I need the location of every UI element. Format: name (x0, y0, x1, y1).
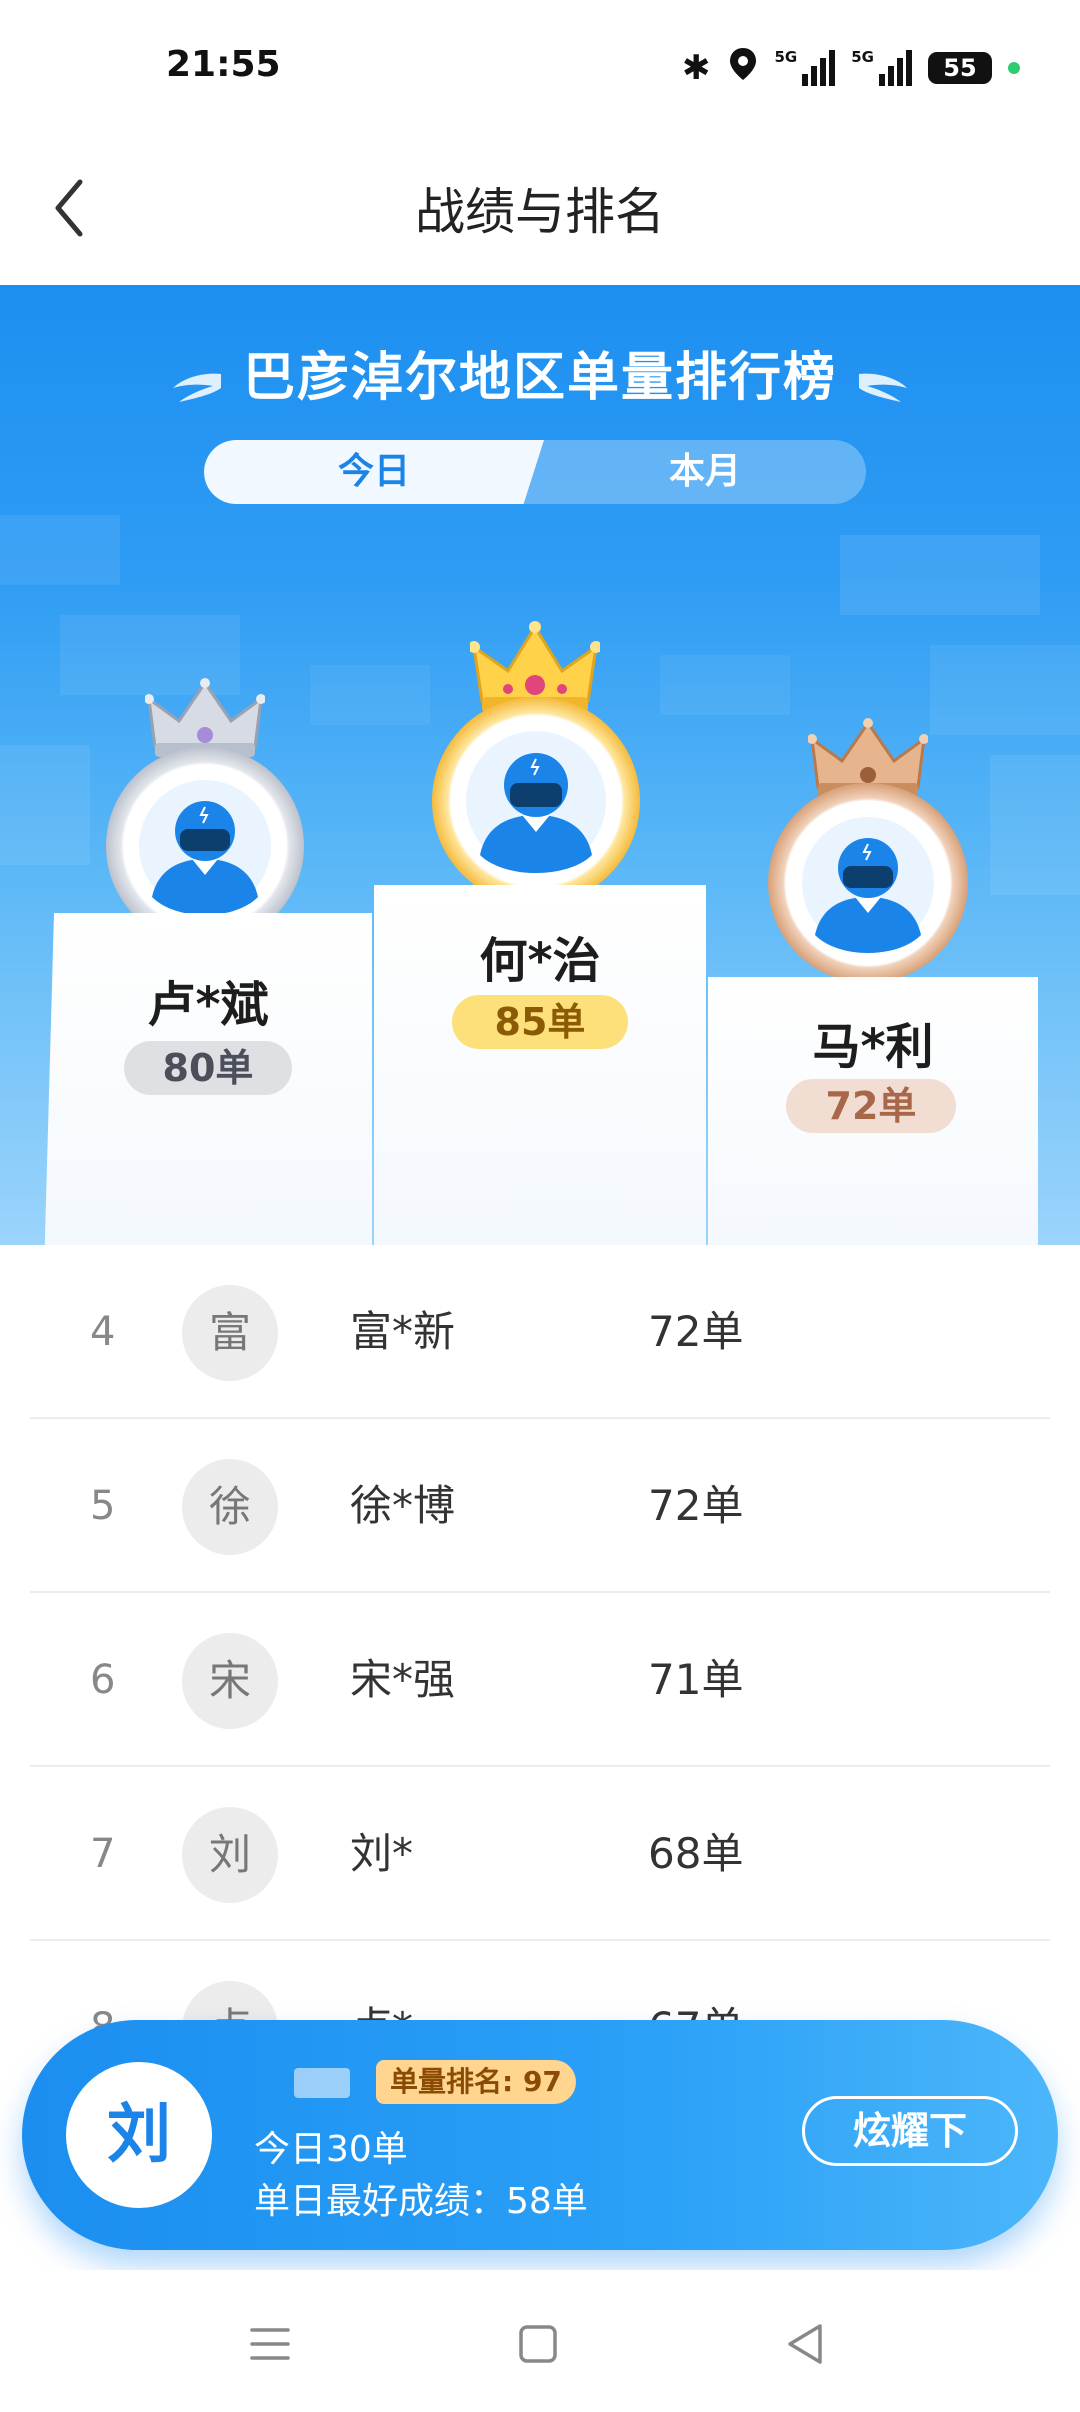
nav-menu-button[interactable] (240, 2314, 300, 2374)
my-today-orders: 今日30单 (254, 2129, 408, 2170)
row-rank: 4 (90, 1309, 116, 1355)
status-time: 21:55 (166, 44, 281, 85)
row-name: 宋*强 (350, 1655, 456, 1704)
menu-icon (250, 2328, 290, 2360)
table-row[interactable]: 6 宋 宋*强 71单 (30, 1593, 1050, 1767)
tab-month[interactable]: 本月 (544, 440, 866, 504)
row-orders: 72单 (648, 1481, 744, 1530)
signal-icon: 5G (775, 50, 836, 86)
status-bar: 21:55 ✱ 5G 5G 55 (0, 0, 1080, 130)
table-row[interactable]: 4 富 富*新 72单 (30, 1245, 1050, 1419)
ranking-list: 4 富 富*新 72单 5 徐 徐*博 72单 6 宋 宋*强 71单 7 刘 … (30, 1245, 1050, 2115)
podium-first: 何*治 85单 (374, 885, 706, 1245)
podium-second-orders: 80单 (124, 1041, 292, 1095)
signal-icon-2: 5G (851, 50, 912, 86)
home-square-icon (519, 2325, 557, 2363)
row-rank: 5 (90, 1483, 116, 1529)
table-row[interactable]: 5 徐 徐*博 72单 (30, 1419, 1050, 1593)
system-nav-bar (0, 2270, 1080, 2412)
nav-back-button[interactable] (776, 2314, 836, 2374)
row-avatar: 徐 (182, 1459, 278, 1555)
network-type: 5G (774, 48, 798, 66)
row-avatar: 刘 (182, 1807, 278, 1903)
row-name: 富*新 (350, 1307, 456, 1356)
app-header: 战绩与排名 (0, 130, 1080, 285)
network-type-2: 5G (851, 48, 874, 66)
leaderboard-title-text: 巴彦淖尔地区单量排行榜 (242, 348, 837, 408)
tab-today[interactable]: 今日 (204, 440, 544, 504)
table-row[interactable]: 7 刘 刘* 68单 (30, 1767, 1050, 1941)
podium-first-orders: 85单 (452, 995, 628, 1049)
row-avatar: 宋 (182, 1633, 278, 1729)
back-triangle-icon (788, 2324, 822, 2364)
podium-third: 马*利 72单 (708, 977, 1038, 1245)
show-off-button[interactable]: 炫耀下 (802, 2096, 1018, 2166)
status-icons: ✱ 5G 5G 55 (682, 46, 1020, 90)
my-rank-badge: 单量排名: 97 (376, 2060, 576, 2104)
row-rank: 7 (90, 1831, 116, 1877)
podium-second: 卢*斌 80单 (44, 913, 372, 1245)
row-orders: 71单 (648, 1655, 744, 1704)
row-avatar: 富 (182, 1285, 278, 1381)
my-avatar: 刘 (66, 2062, 212, 2208)
podium-first-name: 何*治 (479, 933, 601, 989)
podium-third-name: 马*利 (812, 1019, 934, 1075)
podium-second-name: 卢*斌 (147, 977, 269, 1033)
row-name: 徐*博 (350, 1481, 456, 1530)
wing-right-icon (857, 361, 911, 402)
avatar-first (432, 697, 640, 905)
wing-left-icon (169, 361, 223, 402)
podium-third-orders: 72单 (786, 1079, 956, 1133)
battery-icon: 55 (928, 52, 992, 84)
row-orders: 68单 (648, 1829, 744, 1878)
period-tabs: 今日 本月 (204, 440, 866, 504)
leaderboard-title: 巴彦淖尔地区单量排行榜 (0, 335, 1080, 410)
nav-home-button[interactable] (508, 2314, 568, 2374)
bluetooth-icon: ✱ (682, 48, 711, 88)
privacy-dot-icon (1008, 62, 1020, 74)
row-name: 刘* (350, 1829, 414, 1878)
location-icon (727, 46, 759, 90)
page-title: 战绩与排名 (415, 183, 665, 241)
row-rank: 6 (90, 1657, 116, 1703)
my-best-record: 单日最好成绩：58单 (254, 2181, 588, 2222)
row-orders: 72单 (648, 1307, 744, 1356)
my-ranking-card: 刘 单量排名: 97 今日30单 单日最好成绩：58单 炫耀下 (22, 2020, 1058, 2250)
avatar-third (768, 783, 968, 983)
leaderboard-hero: 巴彦淖尔地区单量排行榜 今日 本月 卢*斌 80单 何*治 85单 马*利 72… (0, 285, 1080, 1245)
my-name-redacted (294, 2068, 350, 2098)
